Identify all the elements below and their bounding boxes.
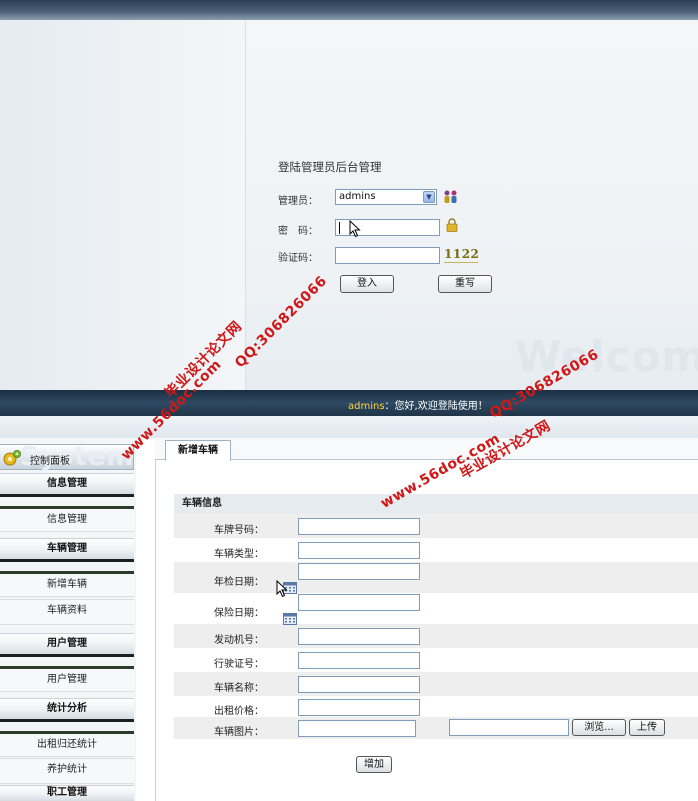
sidebar-item-rental-stats[interactable]: 出租归还统计 [0,731,134,757]
sidebar-section-staff[interactable]: 职工管理 [0,785,134,801]
plate-input[interactable] [298,518,420,535]
sidebar-section-user[interactable]: 用户管理 [0,633,134,657]
rent-price-input[interactable] [298,699,420,716]
rent-price-label: 出租价格： [214,706,264,717]
vehicle-name-label: 车辆名称： [214,683,264,694]
add-button[interactable]: 增加 [356,756,392,773]
sidebar-header: System 控制面板 [0,442,134,472]
calendar-icon[interactable] [283,613,297,625]
password-label: 密 码： [278,226,318,237]
welcome-watermark-text: Welcome [515,332,698,381]
inspection-date-label: 年检日期： [214,577,264,588]
header-greeting-text: ：您好,欢迎登陆使用！ [384,401,488,412]
vehicle-name-input[interactable] [298,676,420,693]
engine-number-input[interactable] [298,628,420,645]
inspection-date-input[interactable] [298,563,420,580]
plate-label: 车牌号码： [214,525,264,536]
login-title: 登陆管理员后台管理 [278,160,382,174]
header-username: admins [348,401,385,412]
captcha-input[interactable] [335,247,440,264]
sidebar-section-stats[interactable]: 统计分析 [0,698,134,722]
admin-label: 管理员： [278,196,318,207]
sidebar-header-label: 控制面板 [30,456,70,467]
section-heading: 车辆信息 [174,494,698,514]
engine-number-label: 发动机号： [214,635,264,646]
lock-icon [446,218,458,232]
vehicle-type-input[interactable] [298,542,420,559]
reset-button[interactable]: 重写 [438,275,492,293]
vehicle-type-label: 车辆类型： [214,549,264,560]
login-button[interactable]: 登入 [340,275,394,293]
vehicle-image-input[interactable] [298,720,416,737]
gear-icon [3,450,21,466]
license-number-input[interactable] [298,652,420,669]
tab-new-vehicle[interactable]: 新增车辆 [165,440,231,461]
license-number-label: 行驶证号： [214,659,264,670]
captcha-label: 验证码： [278,253,318,264]
header-bar: admins：您好,欢迎登陆使用！ [0,390,698,416]
sidebar-item-info-management[interactable]: 信息管理 [0,506,134,532]
insurance-date-label: 保险日期： [214,608,264,619]
sidebar-section-info[interactable]: 信息管理 [0,473,134,497]
sidebar-item-user-management[interactable]: 用户管理 [0,666,134,692]
captcha-image: 1122 [444,247,480,263]
sidebar-item-new-vehicle[interactable]: 新增车辆 [0,571,134,597]
admin-select[interactable]: admins ▼ [335,189,437,205]
upload-button[interactable]: 上传 [629,719,665,736]
mouse-cursor-icon [349,220,361,238]
sidebar-item-vehicle-records[interactable]: 车辆资料 [0,599,134,625]
browse-button[interactable]: 浏览... [572,719,626,736]
sidebar-item-maintenance-stats[interactable]: 养护统计 [0,758,134,784]
insurance-date-input[interactable] [298,594,420,611]
header-band [0,416,698,438]
header-greeting: admins：您好,欢迎登陆使用！ [348,397,488,412]
login-left-panel [0,20,245,390]
vehicle-image-label: 车辆图片： [214,727,264,738]
mouse-cursor-icon [276,580,288,598]
users-icon [444,190,457,203]
tab-bar [155,438,698,460]
file-path-input[interactable] [449,719,569,736]
text-caret [339,222,340,234]
login-top-bar [0,0,698,20]
login-screenshot: Welcome 登陆管理员后台管理 管理员： admins ▼ 密 码： 验证码… [0,0,698,390]
sidebar-section-vehicle[interactable]: 车辆管理 [0,538,134,562]
admin-select-value: admins [339,191,376,202]
chevron-down-icon[interactable]: ▼ [423,191,435,203]
main-content [155,438,698,801]
